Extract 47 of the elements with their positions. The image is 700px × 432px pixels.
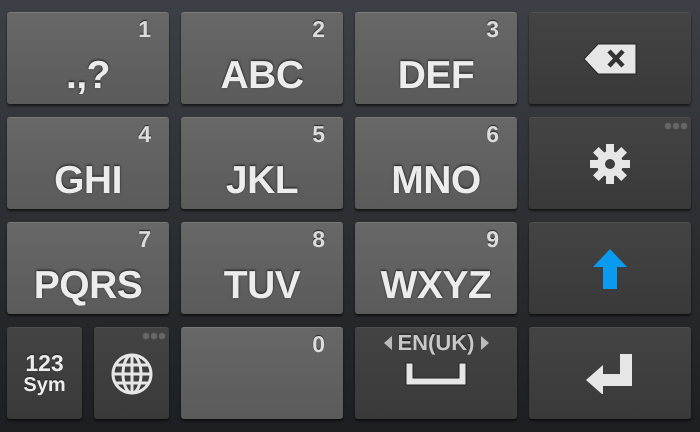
key-digit: 5 [312,123,325,146]
key-label: Sym [23,375,66,395]
gear-icon [589,142,631,184]
key-label: JKL [226,161,298,200]
up-arrow-icon [593,248,627,288]
key-digit: 3 [486,18,499,41]
key-digit: 1 [138,18,151,41]
key-digit: 7 [138,228,151,251]
space-key[interactable]: EN(UK) [355,327,517,419]
key-label: DEF [398,56,474,95]
key-label: MNO [391,161,481,200]
key-label: PQRS [34,266,142,305]
key-label: .,? [66,56,110,95]
symbols-key[interactable]: 123 Sym [7,327,82,419]
key-label: WXYZ [380,266,492,305]
space-bar-icon [405,362,467,386]
key-label: GHI [54,161,122,200]
key[interactable]: 5 JKL [181,117,343,209]
key-digit: 0 [312,333,325,356]
delete-key[interactable] [529,12,691,104]
backspace-icon [583,42,637,74]
key[interactable]: 4 GHI [7,117,169,209]
key-label: TUV [224,266,300,305]
key-label: ABC [220,56,304,95]
enter-key[interactable] [529,327,691,419]
key[interactable]: 0 [181,327,343,419]
language-label: EN(UK) [398,332,474,354]
key[interactable]: 8 TUV [181,222,343,314]
key[interactable]: 1 .,? [7,12,169,104]
key-digit: 8 [312,228,325,251]
key[interactable]: 9 WXYZ [355,222,517,314]
key-label: 123 [25,352,64,375]
shift-key[interactable] [529,222,691,314]
key[interactable]: 7 PQRS [7,222,169,314]
globe-icon [110,352,154,396]
enter-icon [586,354,634,394]
key-digit: 9 [486,228,499,251]
left-triangle-icon [384,336,392,350]
language-key[interactable] [94,327,169,419]
right-triangle-icon [480,336,488,350]
key-digit: 2 [312,18,325,41]
key[interactable]: 6 MNO [355,117,517,209]
key-digit: 4 [138,123,151,146]
key[interactable]: 2 ABC [181,12,343,104]
settings-key[interactable] [529,117,691,209]
key[interactable]: 3 DEF [355,12,517,104]
key-digit: 6 [486,123,499,146]
